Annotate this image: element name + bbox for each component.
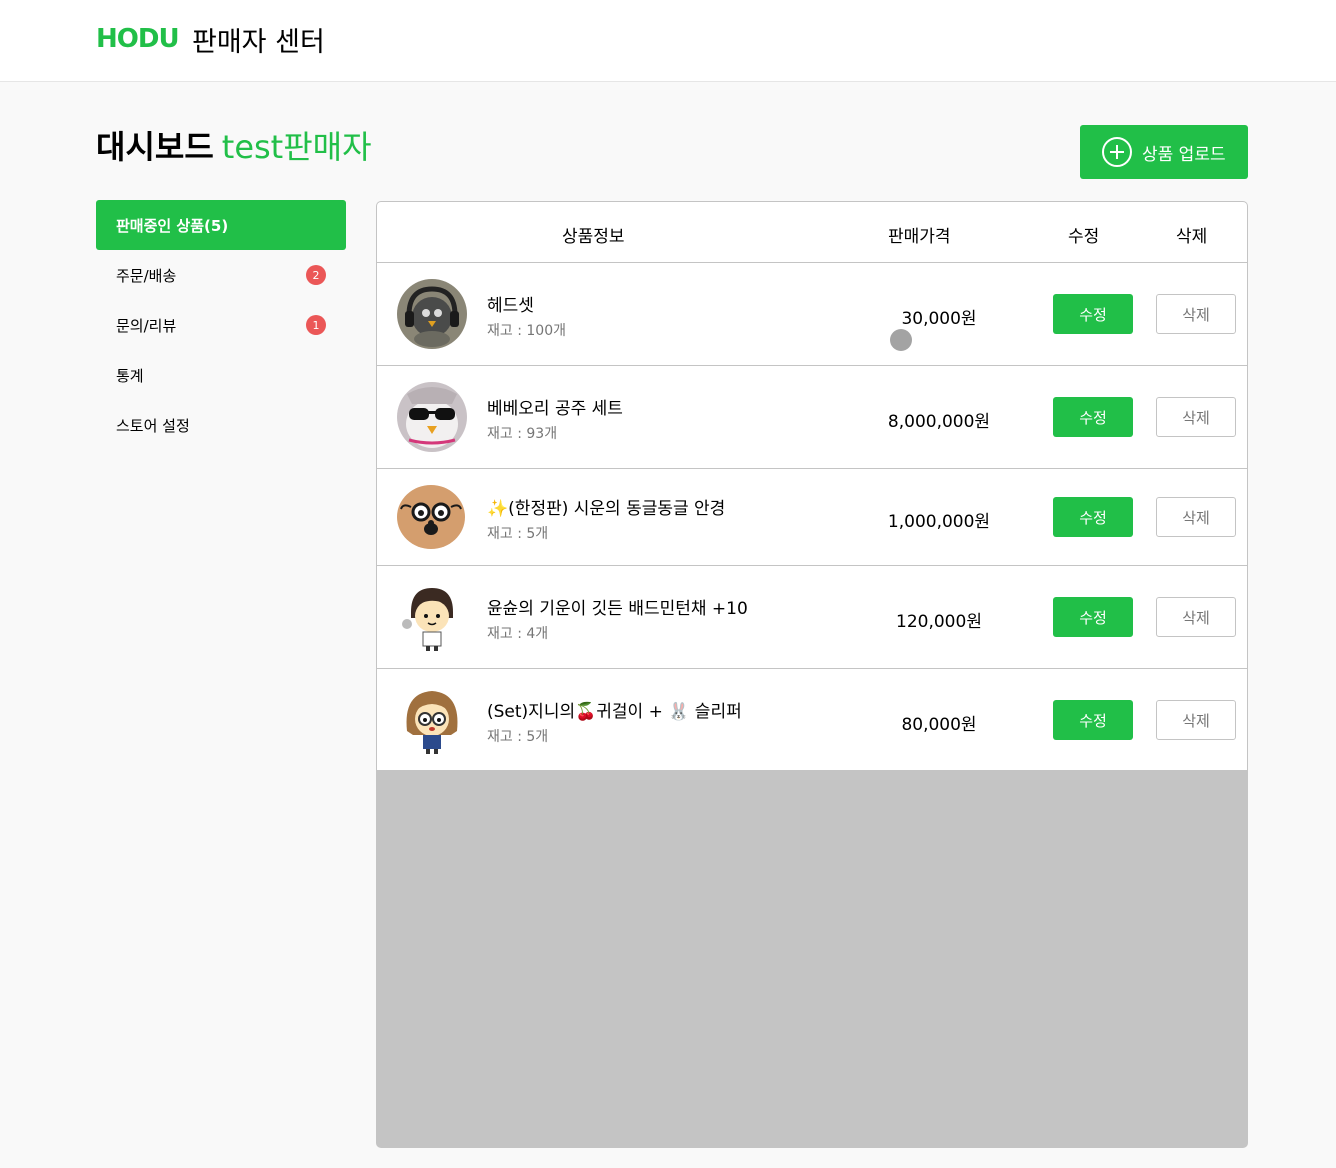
header-title: 판매자 센터 (192, 27, 325, 58)
delete-button[interactable]: 삭제 (1156, 294, 1236, 334)
upload-product-button[interactable]: 상품 업로드 (1080, 125, 1248, 179)
sidebar-item-label: 판매중인 상품(5) (116, 216, 229, 235)
product-name: ✨(한정판) 시운의 동글동글 안경 (487, 499, 726, 519)
edit-button[interactable]: 수정 (1053, 397, 1133, 437)
product-price: 8,000,000원 (887, 412, 991, 432)
notification-badge: 1 (306, 315, 326, 335)
delete-button[interactable]: 삭제 (1156, 497, 1236, 537)
page-title: 대시보드 test판매자 (96, 122, 372, 168)
product-price: 80,000원 (901, 715, 977, 735)
product-name: 윤슌의 기운이 깃든 배드민턴채 +10 (487, 599, 748, 619)
sidebar-item-reviews[interactable]: 문의/리뷰 1 (96, 300, 346, 350)
table-row: (Set)지니의🍒귀걸이 + 🐰 슬리퍼 재고 : 5개 80,000원 수정 … (377, 669, 1247, 771)
dashboard-label: 대시보드 (96, 128, 214, 166)
product-stock: 재고 : 93개 (487, 426, 558, 442)
sidebar-item-products[interactable]: 판매중인 상품(5) (96, 200, 346, 250)
header-product-info: 상품정보 (562, 227, 625, 247)
product-name: (Set)지니의🍒귀걸이 + 🐰 슬리퍼 (487, 702, 742, 722)
product-thumbnail (397, 279, 467, 349)
delete-button[interactable]: 삭제 (1156, 597, 1236, 637)
product-stock: 재고 : 100개 (487, 323, 566, 339)
sidebar-item-label: 문의/리뷰 (116, 316, 177, 335)
top-header: HODU 판매자 센터 (0, 0, 1336, 82)
edit-button[interactable]: 수정 (1053, 700, 1133, 740)
seller-name: test판매자 (221, 128, 372, 166)
table-row: 헤드셋 재고 : 100개 30,000원 수정 삭제 (377, 263, 1247, 366)
sidebar-item-store-settings[interactable]: 스토어 설정 (96, 400, 346, 450)
product-thumbnail (397, 582, 467, 652)
product-price: 1,000,000원 (887, 512, 991, 532)
product-table: 상품정보 판매가격 수정 삭제 헤드셋 재고 : 100개 30,000원 수정… (376, 201, 1248, 1148)
header-edit: 수정 (1068, 227, 1100, 247)
product-price: 30,000원 (901, 309, 977, 329)
notification-badge: 2 (306, 265, 326, 285)
plus-circle-icon (1102, 137, 1132, 167)
main-content: 대시보드 test판매자 상품 업로드 판매중인 상품(5) 주문/배송 2 문의… (0, 82, 1336, 1168)
sidebar-item-stats[interactable]: 통계 (96, 350, 346, 400)
edit-button[interactable]: 수정 (1053, 597, 1133, 637)
sidebar-item-orders[interactable]: 주문/배송 2 (96, 250, 346, 300)
header-delete: 삭제 (1176, 227, 1208, 247)
delete-button[interactable]: 삭제 (1156, 397, 1236, 437)
sidebar-item-label: 통계 (116, 366, 144, 385)
sidebar-item-label: 주문/배송 (116, 266, 177, 285)
table-row: 베베오리 공주 세트 재고 : 93개 8,000,000원 수정 삭제 (377, 366, 1247, 469)
sidebar: 판매중인 상품(5) 주문/배송 2 문의/리뷰 1 통계 스토어 설정 (96, 200, 346, 450)
delete-button[interactable]: 삭제 (1156, 700, 1236, 740)
product-name: 헤드셋 (487, 296, 534, 316)
product-thumbnail (397, 382, 467, 452)
product-thumbnail (397, 485, 465, 549)
product-stock: 재고 : 5개 (487, 729, 549, 745)
edit-button[interactable]: 수정 (1053, 294, 1133, 334)
product-thumbnail (397, 685, 467, 755)
table-row: ✨(한정판) 시운의 동글동글 안경 재고 : 5개 1,000,000원 수정… (377, 469, 1247, 566)
header-price: 판매가격 (888, 227, 951, 247)
hodu-logo[interactable]: HODU (96, 24, 180, 54)
product-name: 베베오리 공주 세트 (487, 399, 623, 419)
table-row: 윤슌의 기운이 깃든 배드민턴채 +10 재고 : 4개 120,000원 수정… (377, 566, 1247, 669)
product-stock: 재고 : 4개 (487, 626, 549, 642)
product-stock: 재고 : 5개 (487, 526, 549, 542)
sidebar-item-label: 스토어 설정 (116, 416, 190, 435)
product-price: 120,000원 (896, 612, 982, 632)
upload-product-label: 상품 업로드 (1142, 144, 1226, 165)
edit-button[interactable]: 수정 (1053, 497, 1133, 537)
mouse-cursor-indicator (890, 329, 912, 351)
table-header: 상품정보 판매가격 수정 삭제 (377, 202, 1247, 263)
